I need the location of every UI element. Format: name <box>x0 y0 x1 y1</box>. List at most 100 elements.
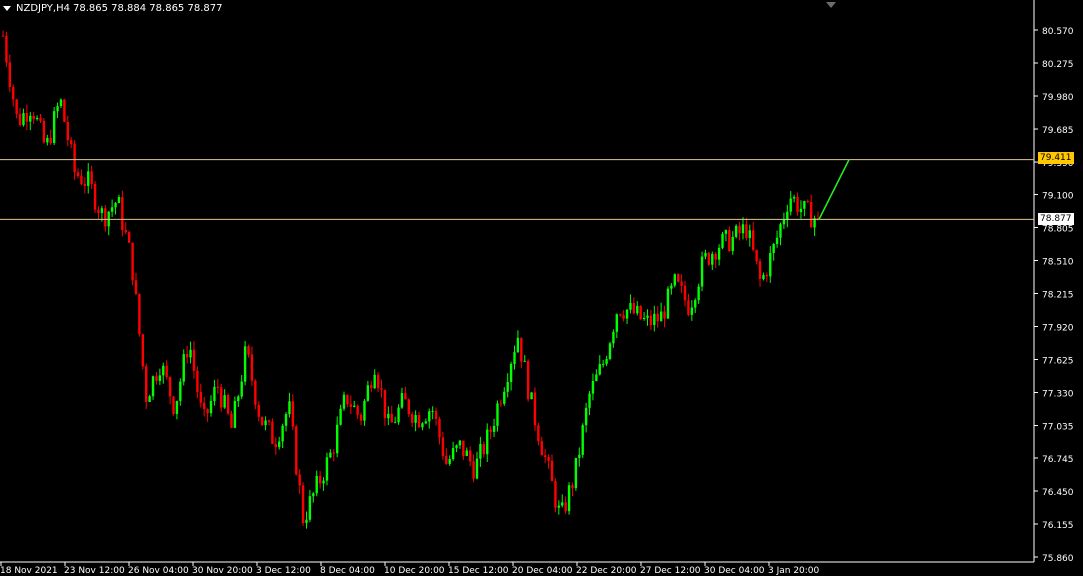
price-tick-label: 78.510 <box>1042 257 1074 267</box>
candle-body <box>114 203 117 208</box>
candle-body <box>260 416 264 426</box>
candle-body <box>581 425 584 455</box>
chart-window[interactable]: NZDJPY,H4 78.865 78.884 78.865 78.877 80… <box>0 0 1083 576</box>
candle-body <box>346 394 349 405</box>
price-tick-label: 80.570 <box>1042 27 1074 37</box>
candle-body <box>308 496 312 520</box>
candle-body <box>724 230 728 234</box>
candle-body <box>138 293 141 335</box>
candle-body <box>465 450 468 456</box>
candle-body <box>496 403 499 426</box>
candle-body <box>479 444 482 459</box>
candle-body <box>342 394 346 409</box>
candle-body <box>127 232 131 243</box>
candle-body <box>121 197 124 230</box>
candle-body <box>29 115 32 122</box>
candle-body <box>274 443 278 448</box>
candle-body <box>591 381 595 394</box>
candle-body <box>332 452 335 454</box>
time-tick-label: 20 Dec 04:00 <box>512 566 573 576</box>
candle-body <box>179 381 182 401</box>
candle-body <box>155 376 158 381</box>
candle-body <box>472 461 475 479</box>
candle-body <box>741 224 745 234</box>
candle-body <box>745 224 748 239</box>
candle-body <box>18 113 22 126</box>
candle-body <box>237 396 240 402</box>
candle-body <box>267 420 271 422</box>
candle-body <box>66 121 69 141</box>
time-tick-label: 15 Dec 12:00 <box>448 566 509 576</box>
candle-body <box>373 374 376 389</box>
candle-body <box>775 237 779 245</box>
time-tick-label: 3 Dec 12:00 <box>256 566 311 576</box>
candle-body <box>656 313 659 322</box>
price-chart[interactable]: 80.57080.27579.98079.68579.39079.10078.8… <box>0 0 1083 576</box>
candle-body <box>475 458 479 479</box>
candle-body <box>721 233 724 248</box>
price-tick-label: 75.860 <box>1042 554 1074 564</box>
candle-body <box>32 115 35 120</box>
candle-body <box>411 414 414 423</box>
candle-body <box>646 315 649 318</box>
candle-body <box>642 317 646 320</box>
candle-body <box>748 230 751 239</box>
candle-body <box>428 411 431 422</box>
time-tick-label: 10 Dec 20:00 <box>384 566 445 576</box>
candle-body <box>172 396 175 414</box>
candle-body <box>728 230 731 251</box>
price-tick-label: 78.215 <box>1042 291 1074 301</box>
candle-body <box>796 197 799 213</box>
candle-body <box>5 35 8 63</box>
candle-body <box>145 366 148 402</box>
candle-body <box>564 502 567 512</box>
candle-body <box>220 387 223 408</box>
candle-body <box>335 424 339 454</box>
candle-body <box>295 426 298 475</box>
candle-body <box>533 392 537 426</box>
candle-body <box>803 201 806 209</box>
price-tick-label: 77.625 <box>1042 357 1074 367</box>
candle-body <box>704 252 707 257</box>
candle-body <box>523 360 526 362</box>
candle-body <box>632 302 636 314</box>
candle-body <box>441 437 445 456</box>
candle-body <box>376 374 380 389</box>
candle-body <box>63 99 66 122</box>
candle-body <box>97 209 100 214</box>
price-tick-label: 78.805 <box>1042 224 1074 234</box>
candle-body <box>608 343 612 360</box>
candle-body <box>148 396 151 402</box>
time-tick-label: 27 Dec 12:00 <box>640 566 701 576</box>
candle-body <box>421 423 424 428</box>
candle-body <box>700 256 704 287</box>
candle-body <box>792 197 796 199</box>
candle-body <box>789 198 792 212</box>
candle-body <box>731 236 734 251</box>
price-tick-label: 77.920 <box>1042 324 1074 334</box>
candle-body <box>284 414 288 426</box>
candle-body <box>230 413 233 428</box>
candle-body <box>12 87 15 100</box>
candle-body <box>182 354 185 382</box>
candle-body <box>711 253 714 265</box>
candle-body <box>76 172 80 177</box>
candle-body <box>516 337 520 353</box>
candle-body <box>578 454 581 458</box>
candle-body <box>694 300 697 308</box>
candle-body <box>619 314 622 316</box>
candle-body <box>8 62 12 88</box>
candle-body <box>35 117 39 120</box>
candle-body <box>247 346 250 355</box>
candle-body <box>622 315 625 319</box>
time-tick-label: 30 Dec 04:00 <box>704 566 765 576</box>
candle-body <box>117 197 121 204</box>
candle-body <box>687 300 690 315</box>
candle-body <box>520 337 523 362</box>
candle-body <box>489 429 492 432</box>
candle-body <box>318 475 322 484</box>
candle-body <box>168 377 172 397</box>
candle-body <box>206 409 209 414</box>
time-tick-label: 23 Nov 12:00 <box>64 566 125 576</box>
candle-body <box>666 288 670 319</box>
